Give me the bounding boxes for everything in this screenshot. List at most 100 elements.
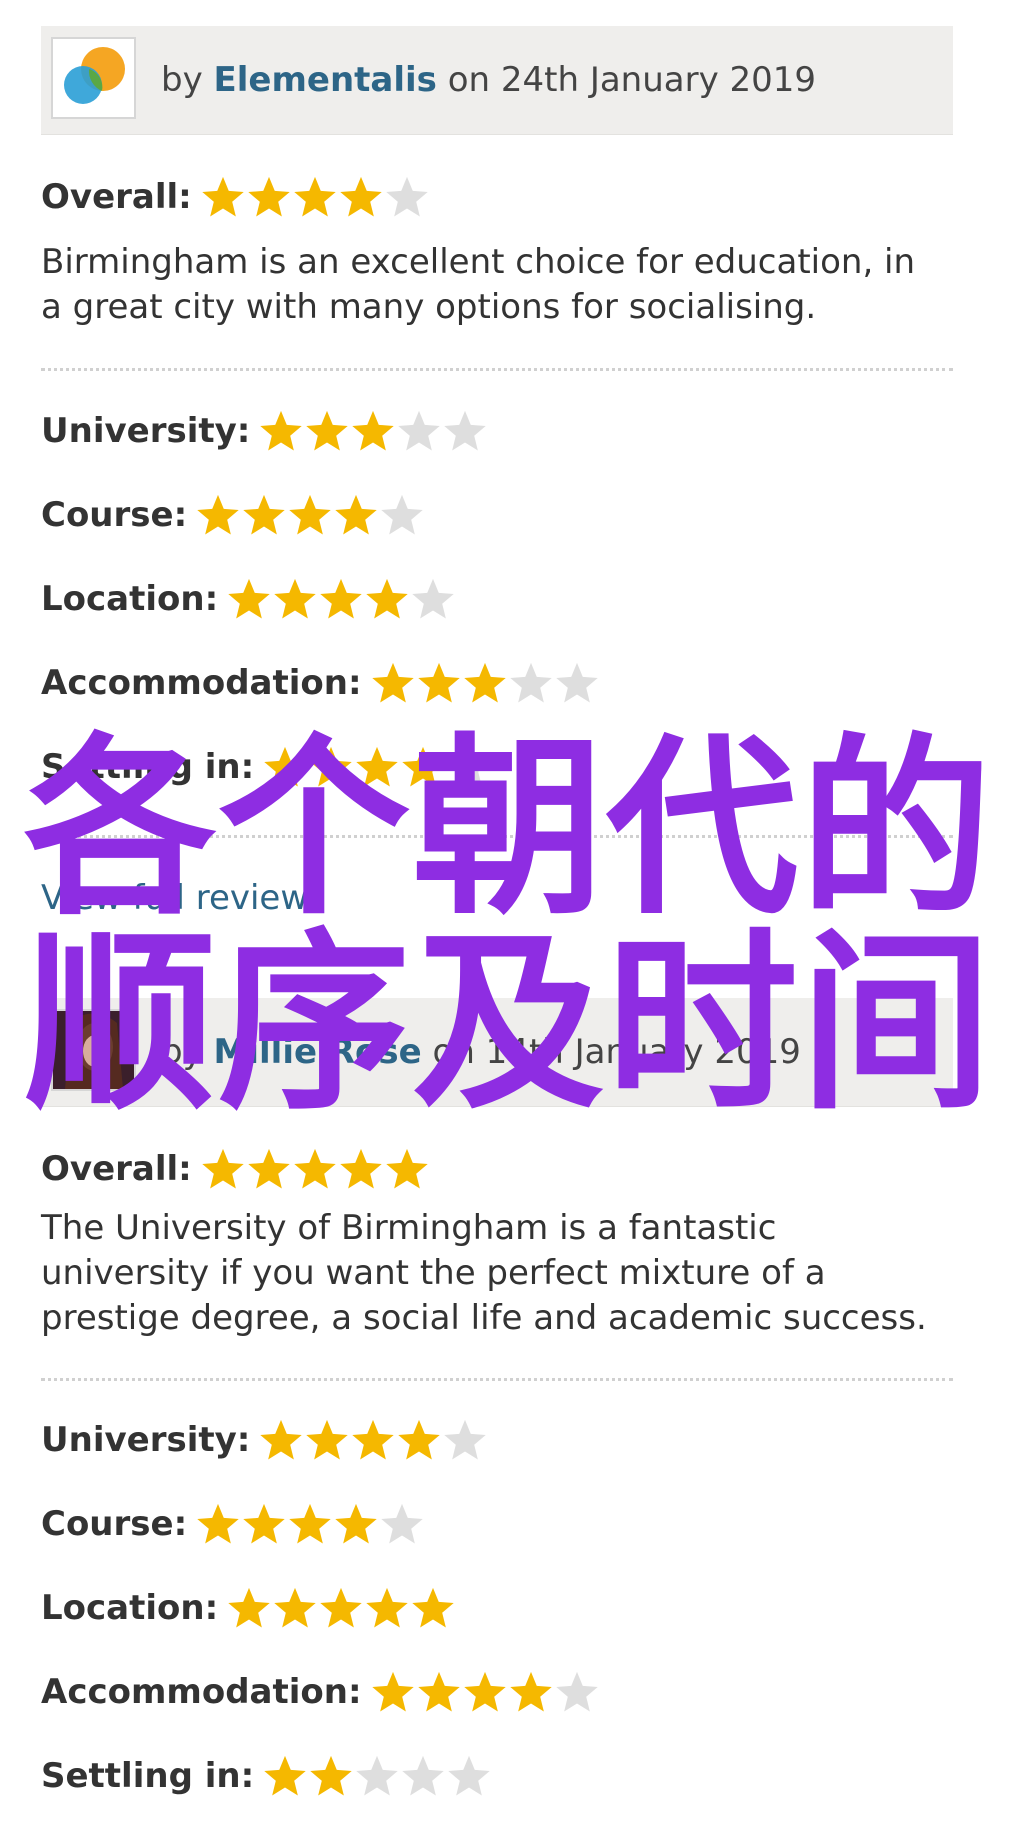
rating-label: Accommodation: (41, 1672, 362, 1712)
star-filled-icon (371, 662, 414, 703)
star-filled-icon (366, 578, 408, 619)
overlay-caption-line-1: 各个朝代的 (24, 718, 994, 941)
star-rating (200, 1146, 430, 1192)
star-filled-icon (228, 1587, 270, 1628)
rating-label: Course: (41, 1504, 188, 1544)
star-rating (195, 492, 425, 538)
star-filled-icon (248, 1148, 290, 1189)
overlay-caption-line-2: 顺序及时间 (24, 913, 994, 1136)
star-filled-icon (398, 1419, 441, 1460)
star-empty-icon (412, 578, 454, 619)
star-rating (195, 1501, 425, 1547)
divider (41, 1378, 953, 1381)
by-label: by (161, 60, 203, 100)
star-empty-icon (555, 662, 598, 703)
star-filled-icon (243, 494, 285, 535)
overall-label: Overall: (41, 177, 192, 217)
review-header: by Elementalis on 24th January 2019 (41, 26, 953, 135)
star-rating (258, 1417, 488, 1463)
star-filled-icon (260, 410, 303, 451)
star-empty-icon (398, 410, 441, 451)
rating-label: Course: (41, 495, 188, 535)
star-rating (258, 408, 488, 454)
star-empty-icon (402, 1755, 444, 1796)
rating-row-accommodation: Accommodation: (41, 1665, 600, 1719)
star-filled-icon (202, 176, 244, 217)
star-filled-icon (274, 1587, 316, 1628)
star-filled-icon (417, 1671, 460, 1712)
star-filled-icon (335, 494, 377, 535)
star-filled-icon (366, 1587, 408, 1628)
overall-rating-row: Overall: (41, 170, 430, 224)
star-filled-icon (243, 1503, 285, 1544)
review-summary: The University of Birmingham is a fantas… (41, 1208, 927, 1338)
rating-label: Location: (41, 1588, 219, 1628)
star-filled-icon (248, 176, 290, 217)
star-filled-icon (202, 1148, 244, 1189)
rating-label: Accommodation: (41, 663, 362, 703)
overall-rating-row: Overall: (41, 1142, 430, 1196)
star-filled-icon (412, 1587, 454, 1628)
star-filled-icon (197, 1503, 239, 1544)
star-filled-icon (463, 1671, 506, 1712)
star-empty-icon (386, 176, 428, 217)
star-empty-icon (555, 1671, 598, 1712)
star-filled-icon (294, 1148, 336, 1189)
star-empty-icon (381, 494, 423, 535)
avatar-logo-icon (64, 47, 125, 104)
star-empty-icon (356, 1755, 398, 1796)
star-filled-icon (371, 1671, 414, 1712)
review-date: on 24th January 2019 (447, 60, 817, 100)
star-filled-icon (386, 1148, 428, 1189)
star-filled-icon (352, 410, 395, 451)
star-empty-icon (509, 662, 552, 703)
star-rating (226, 1585, 456, 1631)
star-filled-icon (463, 662, 506, 703)
star-empty-icon (444, 1419, 487, 1460)
star-empty-icon (448, 1755, 490, 1796)
star-filled-icon (340, 1148, 382, 1189)
review-summary: Birmingham is an excellent choice for ed… (41, 242, 916, 327)
star-filled-icon (335, 1503, 377, 1544)
rating-row-course: Course: (41, 1497, 425, 1551)
star-filled-icon (417, 662, 460, 703)
star-filled-icon (264, 1755, 306, 1796)
star-rating (370, 1669, 600, 1715)
star-filled-icon (197, 494, 239, 535)
star-filled-icon (274, 578, 316, 619)
rating-row-course: Course: (41, 488, 425, 542)
rating-row-university: University: (41, 404, 488, 458)
rating-label: Settling in: (41, 1756, 255, 1796)
star-filled-icon (289, 494, 331, 535)
star-rating (226, 576, 456, 622)
reviewer-name-link[interactable]: Elementalis (214, 60, 437, 100)
rating-row-accommodation: Accommodation: (41, 656, 600, 710)
rating-label: Location: (41, 579, 219, 619)
star-rating (370, 660, 600, 706)
star-filled-icon (352, 1419, 395, 1460)
rating-row-location: Location: (41, 572, 456, 626)
divider (41, 368, 953, 371)
star-empty-icon (444, 410, 487, 451)
rating-label: University: (41, 411, 251, 451)
star-filled-icon (340, 176, 382, 217)
star-filled-icon (306, 1419, 349, 1460)
star-filled-icon (310, 1755, 352, 1796)
star-filled-icon (289, 1503, 331, 1544)
rating-label: University: (41, 1420, 251, 1460)
star-filled-icon (320, 578, 362, 619)
star-filled-icon (320, 1587, 362, 1628)
star-filled-icon (509, 1671, 552, 1712)
star-filled-icon (260, 1419, 303, 1460)
byline: by Elementalis on 24th January 2019 (161, 26, 816, 134)
rating-row-location: Location: (41, 1581, 456, 1635)
avatar[interactable] (51, 37, 136, 119)
overall-label: Overall: (41, 1149, 192, 1189)
rating-row-settling-in: Settling in: (41, 1749, 492, 1803)
star-filled-icon (228, 578, 270, 619)
star-rating (262, 1753, 492, 1799)
rating-row-university: University: (41, 1413, 488, 1467)
star-empty-icon (381, 1503, 423, 1544)
star-filled-icon (294, 176, 336, 217)
star-rating (200, 174, 430, 220)
